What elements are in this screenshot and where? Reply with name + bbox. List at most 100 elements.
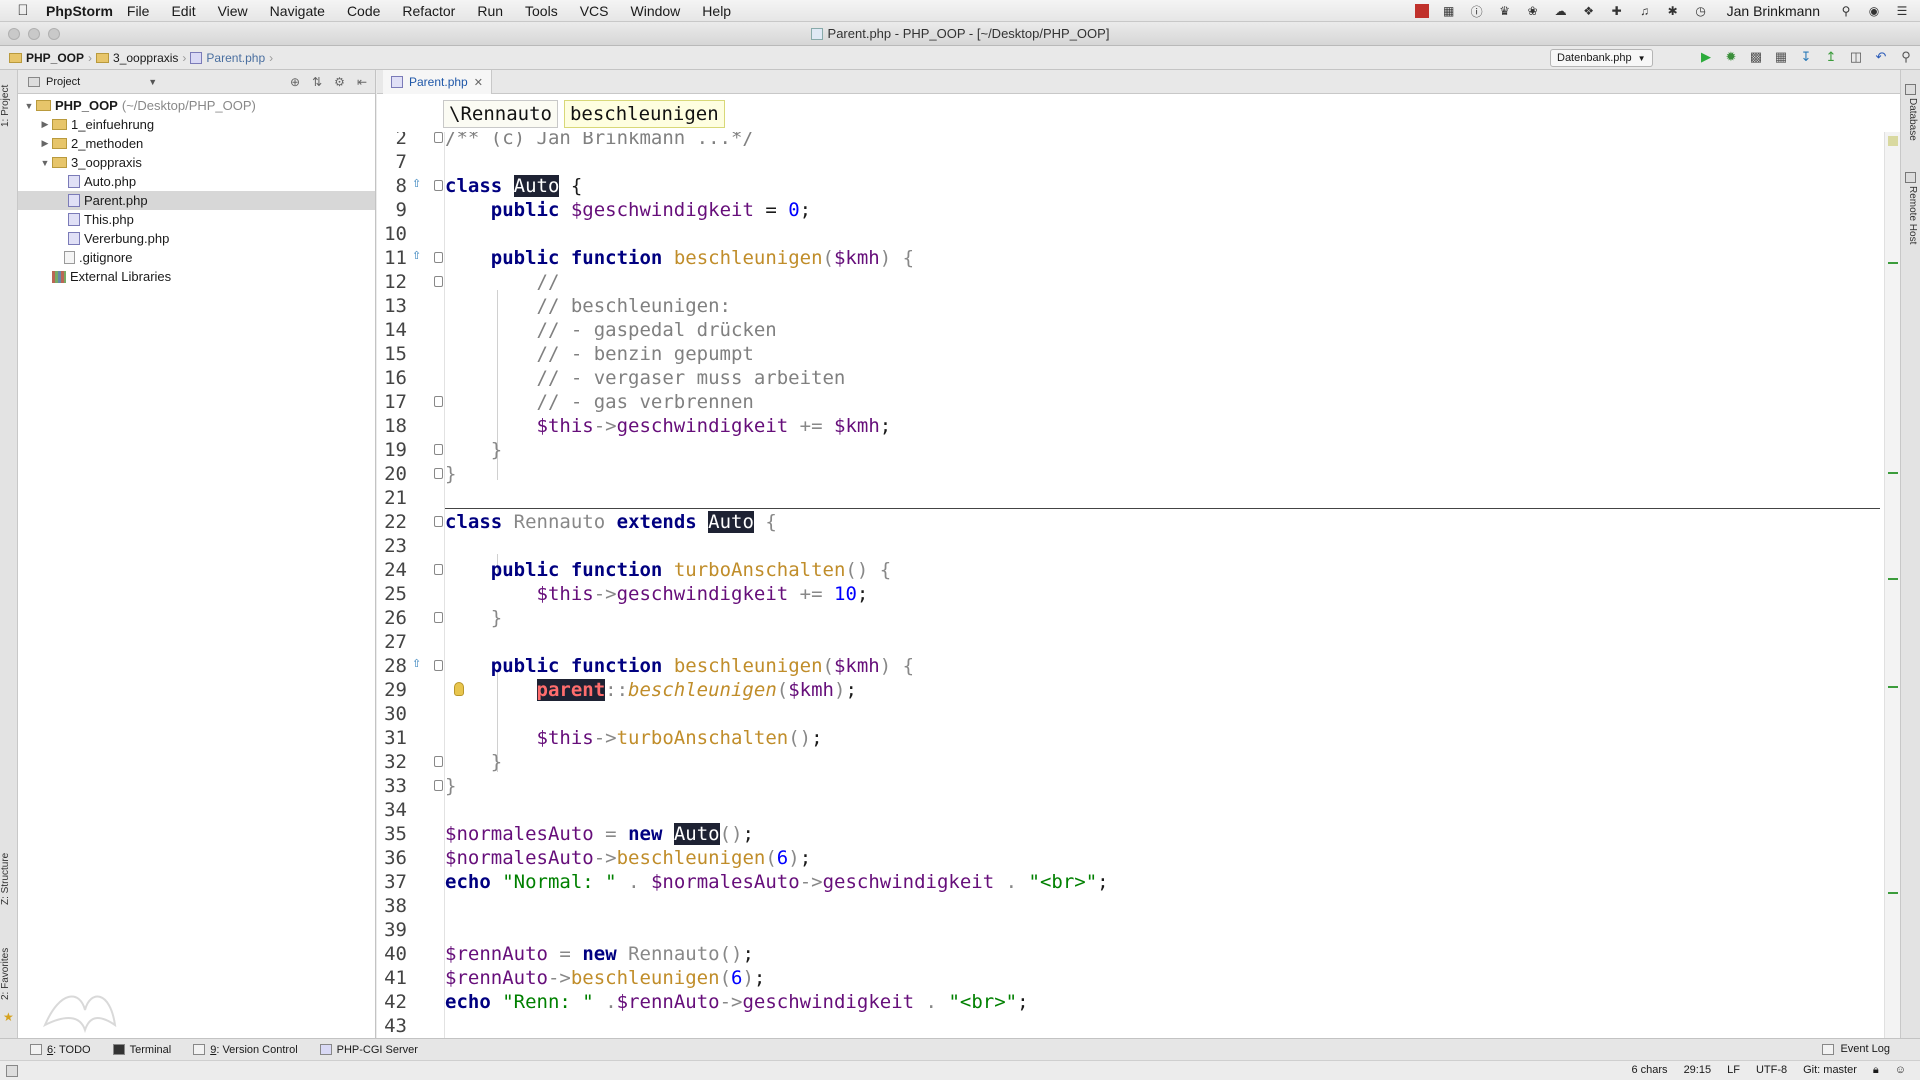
fold-marker-icon[interactable] bbox=[434, 756, 443, 767]
debug-icon[interactable]: ✹ bbox=[1723, 49, 1739, 65]
tree-item-1-einfuehrung[interactable]: ▶ 1_einfuehrung bbox=[18, 115, 375, 134]
app-menu[interactable]: PhpStorm bbox=[46, 3, 113, 19]
listen-debug-icon[interactable]: ▩ bbox=[1748, 49, 1764, 65]
spotlight-icon[interactable]: ⚲ bbox=[1838, 4, 1854, 18]
expand-arrow-icon[interactable]: ▼ bbox=[38, 158, 52, 168]
tab-structure[interactable]: Z: Structure bbox=[0, 840, 18, 918]
tab-php-cgi-server[interactable]: PHP-CGI Server bbox=[319, 1044, 418, 1056]
vcs-update-icon[interactable]: ↧ bbox=[1798, 49, 1814, 65]
file-encoding[interactable]: UTF-8 bbox=[1756, 1064, 1787, 1077]
menu-code[interactable]: Code bbox=[347, 3, 380, 19]
close-window-button[interactable] bbox=[8, 28, 20, 40]
fold-marker-icon[interactable] bbox=[434, 180, 443, 191]
breadcrumb-method[interactable]: beschleunigen bbox=[563, 100, 725, 128]
fold-marker-icon[interactable] bbox=[434, 660, 443, 671]
change-marker[interactable] bbox=[1888, 578, 1898, 580]
code-editor[interactable]: 2 /** (c) Jan Brinkmann ...*/ 7 8 ⇧ clas… bbox=[377, 132, 1884, 1038]
run-icon[interactable]: ▶ bbox=[1698, 49, 1714, 65]
menu-file[interactable]: File bbox=[127, 3, 150, 19]
breadcrumb-class[interactable]: \Rennauto bbox=[443, 100, 558, 128]
analysis-status-icon[interactable] bbox=[1888, 136, 1898, 146]
gear-icon[interactable]: ⚙ bbox=[334, 75, 345, 89]
close-icon[interactable]: ✕ bbox=[474, 76, 483, 89]
run-configuration-select[interactable]: Datenbank.php ▼ bbox=[1550, 49, 1653, 67]
collapse-arrow-icon[interactable]: ▶ bbox=[38, 138, 52, 149]
fold-marker-icon[interactable] bbox=[434, 468, 443, 479]
tree-item-external-libraries[interactable]: External Libraries bbox=[18, 267, 375, 286]
hide-panel-icon[interactable]: ⇤ bbox=[357, 75, 367, 89]
fold-marker-icon[interactable] bbox=[434, 780, 443, 791]
error-stripe[interactable] bbox=[1884, 132, 1900, 1038]
nav-crumb-file[interactable]: Parent.php bbox=[190, 51, 265, 65]
collapse-arrow-icon[interactable]: ▶ bbox=[38, 119, 52, 130]
database-icon[interactable] bbox=[1905, 84, 1916, 95]
fold-marker-icon[interactable] bbox=[434, 516, 443, 527]
minimize-window-button[interactable] bbox=[28, 28, 40, 40]
editor-tab-parent-php[interactable]: Parent.php ✕ bbox=[383, 70, 492, 94]
menu-vcs[interactable]: VCS bbox=[580, 3, 609, 19]
tree-item-php-oop[interactable]: ▼ PHP_OOP (~/Desktop/PHP_OOP) bbox=[18, 96, 375, 115]
tab-database[interactable]: Database bbox=[1904, 98, 1918, 158]
fold-marker-icon[interactable] bbox=[434, 444, 443, 455]
overriding-method-icon[interactable]: ⇧ bbox=[412, 659, 422, 670]
fold-marker-icon[interactable] bbox=[434, 396, 443, 407]
change-marker[interactable] bbox=[1888, 262, 1898, 264]
notification-list-icon[interactable]: ☰ bbox=[1894, 4, 1910, 18]
fold-marker-icon[interactable] bbox=[434, 132, 443, 143]
vcs-revert-icon[interactable]: ↶ bbox=[1873, 49, 1889, 65]
fold-marker-icon[interactable] bbox=[434, 252, 443, 263]
event-log-button[interactable]: Event Log bbox=[1822, 1043, 1890, 1055]
tree-item-parent-php[interactable]: Parent.php bbox=[18, 191, 375, 210]
change-marker[interactable] bbox=[1888, 892, 1898, 894]
menu-view[interactable]: View bbox=[218, 3, 248, 19]
remote-host-icon[interactable] bbox=[1905, 172, 1916, 183]
evernote-icon[interactable]: ♛ bbox=[1497, 4, 1513, 18]
collapse-all-icon[interactable]: ⇅ bbox=[312, 75, 322, 89]
leaf-icon[interactable]: ❀ bbox=[1525, 4, 1541, 18]
lock-icon[interactable]: 🔒︎ bbox=[1873, 1064, 1879, 1077]
tree-item-3-ooppraxis[interactable]: ▼ 3_ooppraxis bbox=[18, 153, 375, 172]
tab-project[interactable]: 1: Project bbox=[0, 76, 18, 136]
expand-arrow-icon[interactable]: ▼ bbox=[22, 101, 36, 111]
tool-windows-toggle-icon[interactable] bbox=[6, 1065, 18, 1077]
project-view-select[interactable]: Project bbox=[46, 76, 80, 88]
fold-marker-icon[interactable] bbox=[434, 276, 443, 287]
menu-window[interactable]: Window bbox=[631, 3, 681, 19]
vcs-compare-icon[interactable]: ◫ bbox=[1848, 49, 1864, 65]
bluetooth-icon[interactable]: ✱ bbox=[1665, 4, 1681, 18]
tab-remote-host[interactable]: Remote Host bbox=[1904, 186, 1918, 266]
inspector-icon[interactable]: ☺ bbox=[1895, 1064, 1906, 1077]
menu-navigate[interactable]: Navigate bbox=[270, 3, 325, 19]
search-icon[interactable]: ⚲ bbox=[1898, 49, 1914, 65]
user-name[interactable]: Jan Brinkmann bbox=[1727, 3, 1820, 19]
record-icon[interactable] bbox=[1414, 4, 1429, 18]
tree-item-auto-php[interactable]: Auto.php bbox=[18, 172, 375, 191]
overridden-method-icon[interactable]: ⇧ bbox=[412, 179, 422, 190]
volume-icon[interactable]: ♫ bbox=[1637, 4, 1653, 18]
info-icon[interactable]: ⓘ bbox=[1469, 4, 1485, 19]
menu-tools[interactable]: Tools bbox=[525, 3, 558, 19]
tree-item-gitignore[interactable]: .gitignore bbox=[18, 248, 375, 267]
git-branch[interactable]: Git: master bbox=[1803, 1064, 1857, 1077]
tree-item-this-php[interactable]: This.php bbox=[18, 210, 375, 229]
tree-item-2-methoden[interactable]: ▶ 2_methoden bbox=[18, 134, 375, 153]
bookmark-icon[interactable]: ▦ bbox=[1441, 4, 1457, 18]
star-icon[interactable]: ★ bbox=[3, 1010, 14, 1024]
apple-icon[interactable]:  bbox=[0, 2, 46, 19]
change-marker[interactable] bbox=[1888, 472, 1898, 474]
menu-edit[interactable]: Edit bbox=[171, 3, 195, 19]
tab-terminal[interactable]: Terminal bbox=[112, 1044, 171, 1056]
time-machine-icon[interactable]: ◷ bbox=[1693, 4, 1709, 18]
nav-crumb-project[interactable]: PHP_OOP bbox=[0, 51, 84, 65]
tab-todo[interactable]: 6: TODO bbox=[30, 1044, 91, 1056]
cloud-icon[interactable]: ☁ bbox=[1553, 4, 1569, 18]
overridden-method-icon[interactable]: ⇧ bbox=[412, 251, 422, 262]
scroll-from-source-icon[interactable]: ⊕ bbox=[290, 75, 300, 89]
fold-marker-icon[interactable] bbox=[434, 612, 443, 623]
menu-run[interactable]: Run bbox=[477, 3, 503, 19]
fold-marker-icon[interactable] bbox=[434, 564, 443, 575]
line-separator[interactable]: LF bbox=[1727, 1064, 1740, 1077]
plus-icon[interactable]: ✚ bbox=[1609, 4, 1625, 18]
change-marker[interactable] bbox=[1888, 686, 1898, 688]
caret-position[interactable]: 29:15 bbox=[1684, 1064, 1712, 1077]
